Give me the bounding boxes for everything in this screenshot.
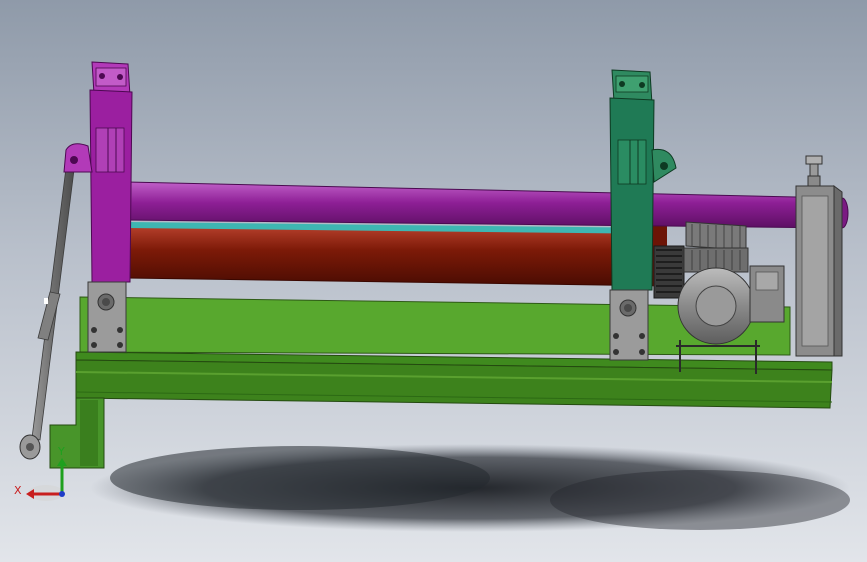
cad-viewport[interactable]: X Y <box>0 0 867 562</box>
y-axis-label: Y <box>58 445 65 458</box>
hydraulic-rod[interactable] <box>19 167 75 460</box>
control-box[interactable] <box>795 155 843 357</box>
ground-shadow <box>90 444 850 532</box>
assembly-model[interactable] <box>0 0 867 562</box>
left-bracket[interactable] <box>63 61 133 353</box>
lower-roller[interactable] <box>127 222 667 287</box>
z-axis-dot <box>59 491 65 497</box>
upper-roller[interactable] <box>125 181 849 229</box>
coordinate-triad <box>26 458 67 501</box>
x-axis-label: X <box>14 484 22 497</box>
